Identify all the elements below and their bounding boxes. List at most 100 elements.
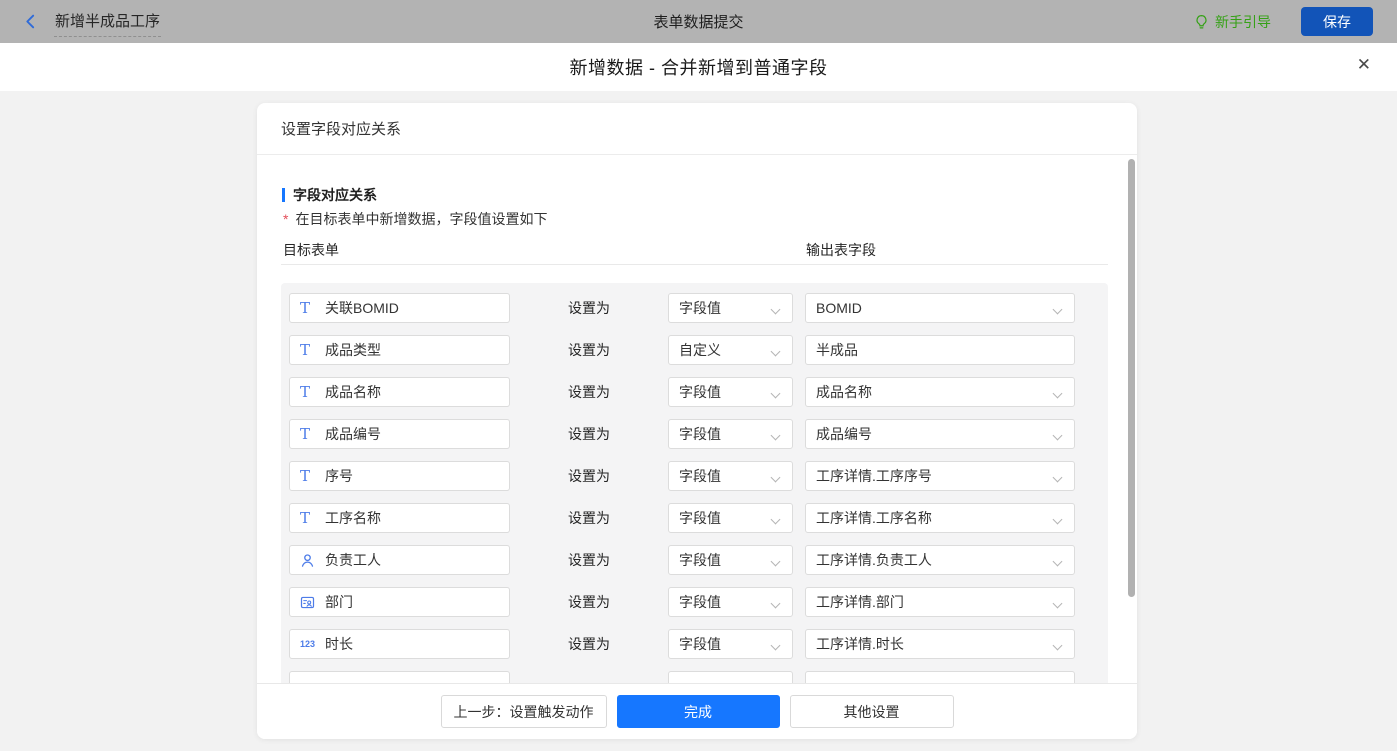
output-field-select[interactable]: 成品编号 xyxy=(805,419,1075,449)
value-mode-select[interactable] xyxy=(668,671,793,683)
page-title: 表单数据提交 xyxy=(653,14,744,31)
set-as-label: 设置为 xyxy=(568,468,610,484)
set-as-label: 设置为 xyxy=(568,342,610,358)
chevron-down-icon xyxy=(772,390,781,399)
department-icon xyxy=(300,595,319,610)
target-field-input[interactable]: T 关联BOMID xyxy=(289,293,510,323)
beginner-guide-link[interactable]: 新手引导 xyxy=(1194,12,1271,32)
workflow-title[interactable]: 新增半成品工序 xyxy=(54,6,162,37)
value-mode-select[interactable]: 字段值 xyxy=(668,503,793,533)
output-field-select[interactable]: 工序详情.时长 xyxy=(805,629,1075,659)
set-as-label: 设置为 xyxy=(568,510,610,526)
value-mode-select[interactable]: 自定义 xyxy=(668,335,793,365)
chevron-down-icon xyxy=(1054,390,1063,399)
close-icon[interactable]: ✕ xyxy=(1357,56,1371,73)
value-mode-select[interactable]: 字段值 xyxy=(668,629,793,659)
other-settings-button[interactable]: 其他设置 xyxy=(789,695,954,728)
table-row: T 成品类型 设置为 自定义 半成品 xyxy=(289,335,1108,365)
chevron-down-icon xyxy=(1054,432,1063,441)
value-mode-select[interactable]: 字段值 xyxy=(668,545,793,575)
required-note: * 在目标表单中新增数据，字段值设置如下 xyxy=(283,209,547,229)
modal-header: 新增数据 - 合并新增到普通字段 ✕ xyxy=(0,43,1397,91)
target-field-input[interactable]: T 成品类型 xyxy=(289,335,510,365)
top-bar: 新增半成品工序 表单数据提交 新手引导 保存 xyxy=(0,0,1397,43)
text-field-icon: T xyxy=(300,340,311,359)
column-header-target-form: 目标表单 xyxy=(283,242,339,258)
set-as-label: 设置为 xyxy=(568,426,610,442)
chevron-left-icon xyxy=(26,14,35,29)
value-mode-select[interactable]: 字段值 xyxy=(668,293,793,323)
target-field-input[interactable]: 负责工人 xyxy=(289,545,510,575)
chevron-down-icon xyxy=(1054,516,1063,525)
output-field-select[interactable]: BOMID xyxy=(805,293,1075,323)
chevron-down-icon xyxy=(1054,600,1063,609)
back-button[interactable] xyxy=(22,13,39,30)
output-field-select[interactable]: 成品名称 xyxy=(805,377,1075,407)
section-heading: 字段对应关系 xyxy=(282,185,377,205)
text-field-icon: T xyxy=(300,382,311,401)
text-field-icon: T xyxy=(300,298,311,317)
target-field-input[interactable]: 部门 xyxy=(289,587,510,617)
modal-title: 新增数据 - 合并新增到普通字段 xyxy=(569,58,828,78)
value-mode-select[interactable]: 字段值 xyxy=(668,377,793,407)
output-field-select[interactable]: 工序详情.负责工人 xyxy=(805,545,1075,575)
chevron-down-icon xyxy=(772,642,781,651)
set-as-label: 设置为 xyxy=(568,594,610,610)
chevron-down-icon xyxy=(772,558,781,567)
target-field-input[interactable]: T 序号 xyxy=(289,461,510,491)
table-row: T 成品名称 设置为 字段值 成品名称 xyxy=(289,377,1108,407)
target-field-input[interactable]: T 成品名称 xyxy=(289,377,510,407)
table-row: T 工序名称 设置为 字段值 工序详情.工序名称 xyxy=(289,503,1108,533)
number-icon: 123 xyxy=(300,638,316,649)
chevron-down-icon xyxy=(772,600,781,609)
save-button[interactable]: 保存 xyxy=(1301,7,1373,36)
table-row: 部门 设置为 字段值 工序详情.部门 xyxy=(289,587,1108,617)
set-as-label: 设置为 xyxy=(568,552,610,568)
mapping-rows: T 关联BOMID 设置为 字段值 BOMID T 成品类型 设置为 自定义 半… xyxy=(281,283,1108,683)
table-row: 123 时长 设置为 字段值 工序详情.时长 xyxy=(289,629,1108,659)
target-field-input[interactable]: 123 时长 xyxy=(289,629,510,659)
chevron-down-icon xyxy=(1054,474,1063,483)
output-field-select[interactable] xyxy=(805,671,1075,683)
finish-button[interactable]: 完成 xyxy=(616,695,780,728)
set-as-label: 设置为 xyxy=(568,636,610,652)
chevron-down-icon xyxy=(1054,306,1063,315)
section-title: 字段对应关系 xyxy=(293,187,377,203)
table-row: T 成品编号 设置为 字段值 成品编号 xyxy=(289,419,1108,449)
required-note-text: 在目标表单中新增数据，字段值设置如下 xyxy=(295,211,548,227)
chevron-down-icon xyxy=(772,474,781,483)
field-mapping-card: 设置字段对应关系 字段对应关系 * 在目标表单中新增数据，字段值设置如下 目标表单… xyxy=(257,103,1137,739)
value-mode-select[interactable]: 字段值 xyxy=(668,419,793,449)
chevron-down-icon xyxy=(1054,642,1063,651)
chevron-down-icon xyxy=(772,306,781,315)
column-header-output-fields: 输出表字段 xyxy=(806,242,876,258)
beginner-guide-label: 新手引导 xyxy=(1215,13,1271,30)
member-icon xyxy=(300,553,319,568)
table-row: 负责工人 设置为 字段值 工序详情.负责工人 xyxy=(289,545,1108,575)
card-footer: 上一步：设置触发动作 完成 其他设置 xyxy=(257,683,1137,739)
scrollbar-thumb[interactable] xyxy=(1128,159,1135,597)
set-as-label: 设置为 xyxy=(568,300,610,316)
target-field-input[interactable]: T 成品编号 xyxy=(289,419,510,449)
required-asterisk: * xyxy=(283,211,289,227)
output-field-select[interactable]: 工序详情.工序序号 xyxy=(805,461,1075,491)
chevron-down-icon xyxy=(1054,558,1063,567)
value-mode-select[interactable]: 字段值 xyxy=(668,587,793,617)
target-field-input[interactable]: T 工序名称 xyxy=(289,503,510,533)
output-field-select[interactable]: 工序详情.工序名称 xyxy=(805,503,1075,533)
table-row: T 关联BOMID 设置为 字段值 BOMID xyxy=(289,293,1108,323)
set-as-label: 设置为 xyxy=(568,384,610,400)
table-row-partial xyxy=(289,671,1108,683)
column-headers: 目标表单 输出表字段 xyxy=(281,240,1108,265)
target-field-input[interactable] xyxy=(289,671,510,683)
text-field-icon: T xyxy=(300,424,311,443)
table-row: T 序号 设置为 字段值 工序详情.工序序号 xyxy=(289,461,1108,491)
output-field-select[interactable]: 工序详情.部门 xyxy=(805,587,1075,617)
value-mode-select[interactable]: 字段值 xyxy=(668,461,793,491)
previous-step-button[interactable]: 上一步：设置触发动作 xyxy=(440,695,607,728)
modal-body: 设置字段对应关系 字段对应关系 * 在目标表单中新增数据，字段值设置如下 目标表单… xyxy=(0,91,1397,751)
text-field-icon: T xyxy=(300,466,311,485)
chevron-down-icon xyxy=(772,432,781,441)
section-accent-bar xyxy=(282,188,285,202)
custom-value-input[interactable]: 半成品 xyxy=(805,335,1075,365)
